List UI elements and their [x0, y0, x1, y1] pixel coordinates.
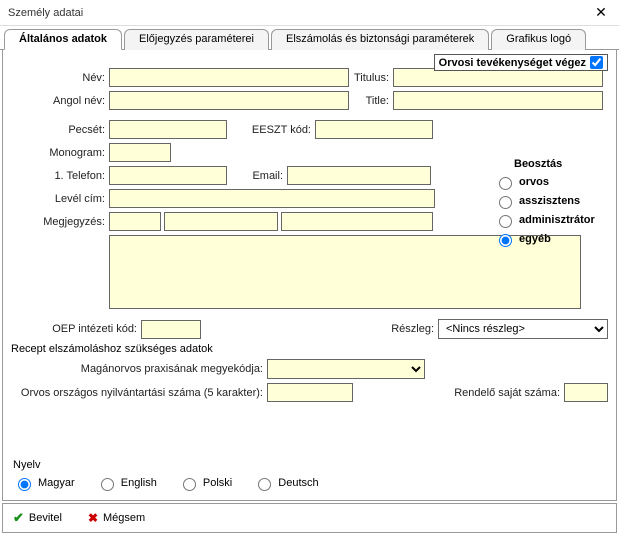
input-title[interactable] [393, 91, 603, 110]
input-tel1[interactable] [109, 166, 227, 185]
x-icon: ✖ [88, 511, 98, 525]
input-oep[interactable] [141, 320, 201, 339]
input-megj2[interactable] [164, 212, 278, 231]
input-megj3[interactable] [281, 212, 433, 231]
label-megj: Megjegyzés: [11, 216, 109, 228]
label-tel1: 1. Telefon: [11, 170, 109, 182]
label-maganorvos: Magánorvos praxisának megyekódja: [11, 363, 267, 375]
label-reszleg: Részleg: [386, 323, 438, 335]
beosztas-title: Beosztás [514, 158, 602, 170]
label-level: Levél cím: [11, 193, 109, 205]
select-reszleg[interactable]: <Nincs részleg> [438, 319, 608, 339]
input-megj1[interactable] [109, 212, 161, 231]
panel-general: Orvosi tevékenységet végez Név: Titulus:… [2, 50, 617, 501]
doctor-activity-label: Orvosi tevékenységet végez [439, 57, 586, 69]
label-titulus: Titulus: [349, 72, 393, 84]
radio-english[interactable]: English [96, 475, 157, 491]
input-eeszt[interactable] [315, 120, 433, 139]
window-title: Személy adatai [8, 7, 591, 19]
radio-magyar[interactable]: Magyar [13, 475, 75, 491]
label-title: Title: [349, 95, 393, 107]
nyelv-group: Nyelv Magyar English Polski Deutsch [13, 459, 337, 494]
label-oep: OEP intézeti kód: [11, 323, 141, 335]
input-monogram[interactable] [109, 143, 171, 162]
input-nev[interactable] [109, 68, 349, 87]
input-angol[interactable] [109, 91, 349, 110]
tabs: Általános adatok Előjegyzés paraméterei … [0, 28, 619, 50]
input-rendelo[interactable] [564, 383, 608, 402]
nyelv-title: Nyelv [13, 459, 337, 471]
input-email[interactable] [287, 166, 431, 185]
label-recept-hdr: Recept elszámoláshoz szükséges adatok [11, 343, 213, 355]
beosztas-group: Beosztás orvos asszisztens adminisztráto… [494, 158, 602, 250]
doctor-activity-checkbox[interactable] [590, 56, 603, 69]
radio-egyeb[interactable]: egyéb [494, 231, 602, 247]
radio-assziszt[interactable]: asszisztens [494, 193, 602, 209]
radio-admin[interactable]: adminisztrátor [494, 212, 602, 228]
input-orvosorsz[interactable] [267, 383, 353, 402]
input-level[interactable] [109, 189, 435, 208]
close-icon[interactable]: ✕ [591, 4, 611, 21]
label-email: Email: [227, 170, 287, 182]
tab-logo[interactable]: Grafikus logó [491, 29, 586, 50]
footer: ✔ Bevitel ✖ Mégsem [2, 503, 617, 533]
label-eeszt: EESZT kód: [227, 124, 315, 136]
check-icon: ✔ [13, 510, 24, 526]
select-maganorvos[interactable] [267, 359, 425, 379]
label-monogram: Monogram: [11, 147, 109, 159]
titlebar: Személy adatai ✕ [0, 0, 619, 26]
ok-button[interactable]: ✔ Bevitel [13, 510, 62, 526]
tab-schedule[interactable]: Előjegyzés paraméterei [124, 29, 269, 50]
input-pecset[interactable] [109, 120, 227, 139]
tab-billing[interactable]: Elszámolás és biztonsági paraméterek [271, 29, 489, 50]
radio-orvos[interactable]: orvos [494, 174, 602, 190]
label-rendelo: Rendelő saját száma: [444, 387, 564, 399]
label-angol: Angol név: [11, 95, 109, 107]
label-pecset: Pecsét: [11, 124, 109, 136]
label-nev: Név: [11, 72, 109, 84]
radio-deutsch[interactable]: Deutsch [253, 475, 318, 491]
cancel-button[interactable]: ✖ Mégsem [88, 511, 145, 525]
doctor-activity-box: Orvosi tevékenységet végez [434, 54, 608, 71]
tab-general[interactable]: Általános adatok [4, 29, 122, 50]
radio-polski[interactable]: Polski [178, 475, 232, 491]
label-orvosorsz: Orvos országos nyilvántartási száma (5 k… [11, 387, 267, 399]
